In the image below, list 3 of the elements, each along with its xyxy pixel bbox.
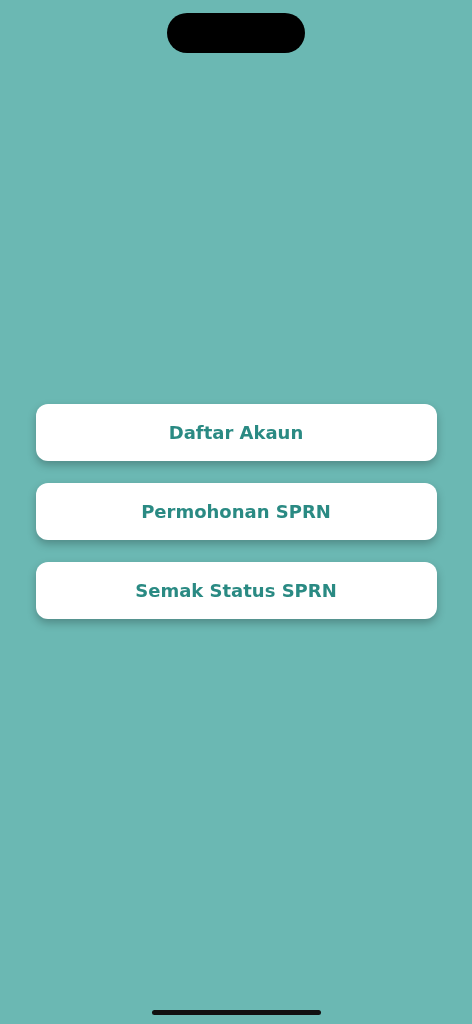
- menu-button[interactable]: Daftar Akaun: [35, 404, 437, 461]
- menu-button[interactable]: Semak Status SPRN: [35, 562, 437, 619]
- menu-button[interactable]: Permohonan SPRN: [35, 483, 437, 540]
